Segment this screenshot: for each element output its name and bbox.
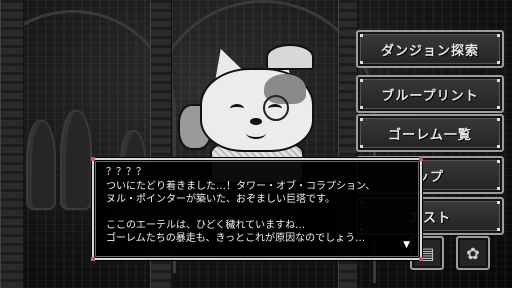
menu-golem-list-button[interactable]: ゴーレム一覧 — [356, 114, 504, 152]
menu-item-label: ゴーレム一覧 — [388, 127, 472, 143]
fox-head — [200, 68, 314, 152]
speaker-name: ？？？？ — [106, 167, 146, 178]
small-hat — [266, 44, 314, 70]
dialogue-line-2: ヌル・ポインターが築いた、おぞましい巨塔です。 — [106, 194, 335, 205]
dialogue-line-1: ついにたどり着きました…！タワー・オブ・コラプション、 — [106, 181, 376, 192]
pillar-left — [0, 0, 24, 288]
menu-item-label: ブループリント — [381, 88, 479, 104]
smile — [246, 127, 266, 139]
advance-arrow-icon[interactable]: ▼ — [403, 239, 410, 252]
fox-mascot-character — [170, 40, 330, 184]
left-eye — [230, 104, 244, 113]
armor-statue-2 — [60, 110, 92, 210]
menu-blueprint-button[interactable]: ブループリント — [356, 75, 504, 113]
menu-item-label: ダンジョン探索 — [380, 43, 479, 59]
armor-statue-1 — [26, 120, 56, 210]
dialogue-line-spacer — [106, 206, 408, 219]
monocle-icon — [263, 95, 289, 121]
settings-emblem-button[interactable]: ✿ — [456, 236, 490, 270]
dialogue-line-4: ゴーレムたちの暴走も、きっとこれが原因なのでしょう… — [106, 233, 366, 244]
dialogue-box[interactable]: ？？？？ ついにたどり着きました…！タワー・オブ・コラプション、 ヌル・ポインタ… — [91, 157, 423, 261]
menu-dungeon-explore-button[interactable]: ダンジョン探索 — [356, 30, 504, 68]
settings-emblem-icon: ✿ — [466, 243, 480, 263]
nose — [250, 118, 262, 125]
dialogue-line-3: ここのエーテルは、ひどく穢れていますね… — [106, 220, 306, 231]
